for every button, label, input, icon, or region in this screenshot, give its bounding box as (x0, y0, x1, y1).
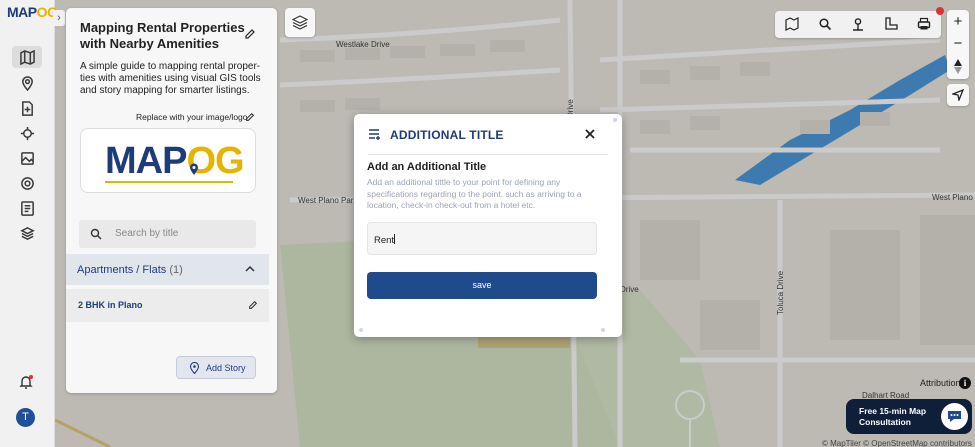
zoom-controls: + − (947, 10, 969, 79)
story-title: Mapping Rental Properties with Nearby Am… (80, 20, 245, 51)
resize-handle[interactable] (359, 328, 363, 332)
map-copyright: © MapTiler © OpenStreetMap contributors (822, 439, 972, 447)
resize-handle[interactable] (613, 118, 617, 122)
title-input[interactable]: Rent (367, 222, 597, 255)
replace-logo-label: Replace with your image/logo (136, 112, 248, 122)
checklist-icon[interactable] (12, 197, 42, 219)
location-pin-icon (189, 362, 200, 374)
dialog-help-text: Add an additional tittle to your point f… (367, 177, 582, 210)
consultation-button[interactable]: Free 15-min Map Consultation (846, 399, 972, 434)
story-logo: MAPOG (105, 140, 245, 182)
list-item-label: 2 BHK in Plano (78, 300, 143, 310)
left-rail: MAPOG T (0, 0, 58, 447)
map-toolbar (775, 11, 941, 38)
search-icon[interactable] (818, 17, 832, 31)
user-pin-icon[interactable] (851, 17, 865, 31)
compass-icon[interactable] (952, 59, 964, 74)
chat-icon[interactable] (941, 403, 968, 430)
street-label: Toluca Drive (776, 270, 785, 315)
edit-logo-icon[interactable] (245, 112, 255, 122)
group-header[interactable]: Apartments / Flats (1) (66, 254, 269, 285)
analysis-icon[interactable] (12, 122, 42, 144)
divider (368, 154, 608, 155)
edit-item-icon[interactable] (248, 300, 258, 310)
street-label: Westlake Drive (336, 40, 390, 49)
street-label: Drive (620, 285, 639, 294)
list-add-icon (369, 129, 380, 140)
layers-button[interactable] (285, 8, 315, 37)
zoom-in-button[interactable]: + (947, 13, 969, 31)
notification-dot (936, 7, 944, 15)
search-placeholder: Search by title (115, 228, 179, 239)
search-input[interactable]: Search by title (79, 220, 256, 248)
attribution-label[interactable]: Attribution (920, 378, 961, 388)
notification-dot (29, 375, 33, 379)
add-story-button[interactable]: Add Story (176, 356, 256, 379)
edit-title-icon[interactable] (244, 28, 256, 40)
collapse-sidebar-button[interactable]: › (53, 10, 65, 26)
close-icon[interactable] (584, 128, 596, 140)
additional-title-dialog: ADDITIONAL TITLE Add an Additional Title… (354, 114, 622, 337)
navigate-arrow-icon (952, 89, 964, 101)
dialog-title: ADDITIONAL TITLE (390, 128, 504, 142)
logo-pin-icon (190, 163, 198, 175)
locate-button[interactable] (947, 84, 969, 106)
location-pin-icon[interactable] (12, 72, 42, 94)
layers-stack-icon[interactable] (12, 222, 42, 244)
print-icon[interactable] (917, 17, 931, 31)
avatar[interactable]: T (16, 408, 35, 427)
story-panel: Mapping Rental Properties with Nearby Am… (66, 8, 277, 393)
measure-icon[interactable] (884, 17, 898, 31)
app-logo[interactable]: MAPOG (7, 4, 58, 20)
zoom-out-button[interactable]: − (947, 35, 969, 53)
info-icon[interactable]: i (959, 377, 971, 389)
logo-underline (105, 181, 233, 183)
save-button[interactable]: save (367, 272, 597, 299)
add-file-icon[interactable] (12, 97, 42, 119)
street-label: West Plano Pkwy (932, 193, 975, 202)
settings-icon[interactable] (12, 172, 42, 194)
group-label: Apartments / Flats (1) (77, 264, 183, 276)
street-label: West Plano Park (298, 196, 358, 205)
resize-handle[interactable] (601, 328, 605, 332)
dialog-subtitle: Add an Additional Title (367, 161, 487, 173)
map-view-icon[interactable] (785, 17, 799, 31)
list-item[interactable]: 2 BHK in Plano (66, 289, 269, 322)
gallery-icon[interactable] (12, 147, 42, 169)
map-icon[interactable] (12, 46, 42, 68)
story-logo-box[interactable]: MAPOG (80, 128, 256, 193)
layers-icon (292, 15, 308, 30)
search-icon (90, 228, 102, 240)
chevron-up-icon[interactable] (244, 263, 256, 275)
story-description: A simple guide to mapping rental proper-… (80, 61, 261, 96)
consultation-label: Free 15-min Map Consultation (859, 406, 927, 427)
